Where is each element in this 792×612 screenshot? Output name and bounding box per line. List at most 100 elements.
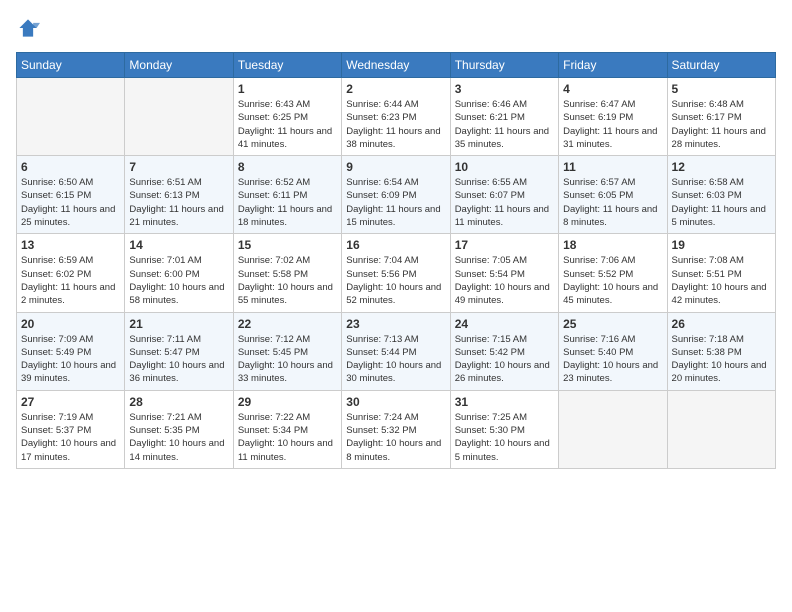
weekday-header-wednesday: Wednesday [342,53,450,78]
calendar-cell: 28 Sunrise: 7:21 AM Sunset: 5:35 PM Dayli… [125,390,233,468]
day-number: 11 [563,160,662,174]
day-info: Sunrise: 7:08 AM Sunset: 5:51 PM Dayligh… [672,254,771,307]
calendar-cell: 9 Sunrise: 6:54 AM Sunset: 6:09 PM Daylig… [342,156,450,234]
calendar-week-row: 27 Sunrise: 7:19 AM Sunset: 5:37 PM Dayli… [17,390,776,468]
calendar-week-row: 6 Sunrise: 6:50 AM Sunset: 6:15 PM Daylig… [17,156,776,234]
day-info: Sunrise: 6:44 AM Sunset: 6:23 PM Dayligh… [346,98,445,151]
calendar-cell: 5 Sunrise: 6:48 AM Sunset: 6:17 PM Daylig… [667,78,775,156]
calendar-cell: 21 Sunrise: 7:11 AM Sunset: 5:47 PM Dayli… [125,312,233,390]
day-number: 15 [238,238,337,252]
day-number: 3 [455,82,554,96]
calendar-cell: 11 Sunrise: 6:57 AM Sunset: 6:05 PM Dayli… [559,156,667,234]
day-number: 12 [672,160,771,174]
day-info: Sunrise: 6:50 AM Sunset: 6:15 PM Dayligh… [21,176,120,229]
calendar-cell: 31Sunrise: 7:25 AM Sunset: 5:30 PM Dayli… [450,390,558,468]
calendar-cell: 4 Sunrise: 6:47 AM Sunset: 6:19 PM Daylig… [559,78,667,156]
calendar-cell: 6 Sunrise: 6:50 AM Sunset: 6:15 PM Daylig… [17,156,125,234]
calendar-cell: 13 Sunrise: 6:59 AM Sunset: 6:02 PM Dayli… [17,234,125,312]
calendar-cell: 18Sunrise: 7:06 AM Sunset: 5:52 PM Dayli… [559,234,667,312]
day-number: 2 [346,82,445,96]
weekday-header-thursday: Thursday [450,53,558,78]
day-info: Sunrise: 6:57 AM Sunset: 6:05 PM Dayligh… [563,176,662,229]
page-header [16,16,776,40]
day-info: Sunrise: 7:02 AM Sunset: 5:58 PM Dayligh… [238,254,337,307]
day-number: 10 [455,160,554,174]
day-number: 22 [238,317,337,331]
calendar-cell: 14 Sunrise: 7:01 AM Sunset: 6:00 PM Dayli… [125,234,233,312]
calendar-week-row: 13 Sunrise: 6:59 AM Sunset: 6:02 PM Dayli… [17,234,776,312]
day-number: 30 [346,395,445,409]
weekday-header-saturday: Saturday [667,53,775,78]
calendar-cell: 16Sunrise: 7:04 AM Sunset: 5:56 PM Dayli… [342,234,450,312]
calendar-cell: 15 Sunrise: 7:02 AM Sunset: 5:58 PM Dayli… [233,234,341,312]
day-info: Sunrise: 6:54 AM Sunset: 6:09 PM Dayligh… [346,176,445,229]
day-number: 8 [238,160,337,174]
day-number: 29 [238,395,337,409]
day-number: 4 [563,82,662,96]
day-number: 7 [129,160,228,174]
calendar-cell: 27 Sunrise: 7:19 AM Sunset: 5:37 PM Dayli… [17,390,125,468]
calendar-cell: 2 Sunrise: 6:44 AM Sunset: 6:23 PM Daylig… [342,78,450,156]
day-number: 13 [21,238,120,252]
day-number: 24 [455,317,554,331]
calendar-cell [17,78,125,156]
day-info: Sunrise: 6:58 AM Sunset: 6:03 PM Dayligh… [672,176,771,229]
day-info: Sunrise: 6:59 AM Sunset: 6:02 PM Dayligh… [21,254,120,307]
calendar-cell: 24 Sunrise: 7:15 AM Sunset: 5:42 PM Dayli… [450,312,558,390]
day-info: Sunrise: 7:13 AM Sunset: 5:44 PM Dayligh… [346,333,445,386]
calendar-cell: 20 Sunrise: 7:09 AM Sunset: 5:49 PM Dayli… [17,312,125,390]
day-number: 23 [346,317,445,331]
weekday-header-row: SundayMondayTuesdayWednesdayThursdayFrid… [17,53,776,78]
day-number: 20 [21,317,120,331]
calendar-cell: 23 Sunrise: 7:13 AM Sunset: 5:44 PM Dayli… [342,312,450,390]
calendar-week-row: 20 Sunrise: 7:09 AM Sunset: 5:49 PM Dayli… [17,312,776,390]
calendar-cell: 30 Sunrise: 7:24 AM Sunset: 5:32 PM Dayli… [342,390,450,468]
weekday-header-sunday: Sunday [17,53,125,78]
day-info: Sunrise: 7:01 AM Sunset: 6:00 PM Dayligh… [129,254,228,307]
calendar-cell [559,390,667,468]
day-info: Sunrise: 7:21 AM Sunset: 5:35 PM Dayligh… [129,411,228,464]
day-info: Sunrise: 7:04 AM Sunset: 5:56 PM Dayligh… [346,254,445,307]
day-number: 26 [672,317,771,331]
day-info: Sunrise: 7:05 AM Sunset: 5:54 PM Dayligh… [455,254,554,307]
calendar-cell: 22 Sunrise: 7:12 AM Sunset: 5:45 PM Dayli… [233,312,341,390]
day-number: 27 [21,395,120,409]
weekday-header-friday: Friday [559,53,667,78]
day-number: 25 [563,317,662,331]
day-number: 9 [346,160,445,174]
day-info: Sunrise: 6:43 AM Sunset: 6:25 PM Dayligh… [238,98,337,151]
calendar-cell: 29 Sunrise: 7:22 AM Sunset: 5:34 PM Dayli… [233,390,341,468]
day-info: Sunrise: 7:06 AM Sunset: 5:52 PM Dayligh… [563,254,662,307]
calendar-cell: 8 Sunrise: 6:52 AM Sunset: 6:11 PM Daylig… [233,156,341,234]
calendar-cell: 7 Sunrise: 6:51 AM Sunset: 6:13 PM Daylig… [125,156,233,234]
calendar-cell: 25 Sunrise: 7:16 AM Sunset: 5:40 PM Dayli… [559,312,667,390]
day-number: 17 [455,238,554,252]
day-number: 14 [129,238,228,252]
calendar-cell: 1Sunrise: 6:43 AM Sunset: 6:25 PM Daylig… [233,78,341,156]
calendar-cell [125,78,233,156]
weekday-header-monday: Monday [125,53,233,78]
day-number: 6 [21,160,120,174]
calendar-cell: 12 Sunrise: 6:58 AM Sunset: 6:03 PM Dayli… [667,156,775,234]
day-info: Sunrise: 7:16 AM Sunset: 5:40 PM Dayligh… [563,333,662,386]
day-number: 21 [129,317,228,331]
day-info: Sunrise: 6:51 AM Sunset: 6:13 PM Dayligh… [129,176,228,229]
calendar-cell: 3Sunrise: 6:46 AM Sunset: 6:21 PM Daylig… [450,78,558,156]
day-info: Sunrise: 7:12 AM Sunset: 5:45 PM Dayligh… [238,333,337,386]
day-info: Sunrise: 7:19 AM Sunset: 5:37 PM Dayligh… [21,411,120,464]
day-info: Sunrise: 7:15 AM Sunset: 5:42 PM Dayligh… [455,333,554,386]
day-info: Sunrise: 6:55 AM Sunset: 6:07 PM Dayligh… [455,176,554,229]
day-info: Sunrise: 6:52 AM Sunset: 6:11 PM Dayligh… [238,176,337,229]
day-info: Sunrise: 7:11 AM Sunset: 5:47 PM Dayligh… [129,333,228,386]
calendar-cell: 17 Sunrise: 7:05 AM Sunset: 5:54 PM Dayli… [450,234,558,312]
day-number: 5 [672,82,771,96]
day-info: Sunrise: 7:09 AM Sunset: 5:49 PM Dayligh… [21,333,120,386]
day-info: Sunrise: 6:47 AM Sunset: 6:19 PM Dayligh… [563,98,662,151]
calendar-table: SundayMondayTuesdayWednesdayThursdayFrid… [16,52,776,469]
day-number: 28 [129,395,228,409]
calendar-week-row: 1Sunrise: 6:43 AM Sunset: 6:25 PM Daylig… [17,78,776,156]
day-info: Sunrise: 7:22 AM Sunset: 5:34 PM Dayligh… [238,411,337,464]
calendar-cell: 26Sunrise: 7:18 AM Sunset: 5:38 PM Dayli… [667,312,775,390]
day-info: Sunrise: 7:24 AM Sunset: 5:32 PM Dayligh… [346,411,445,464]
day-info: Sunrise: 6:48 AM Sunset: 6:17 PM Dayligh… [672,98,771,151]
